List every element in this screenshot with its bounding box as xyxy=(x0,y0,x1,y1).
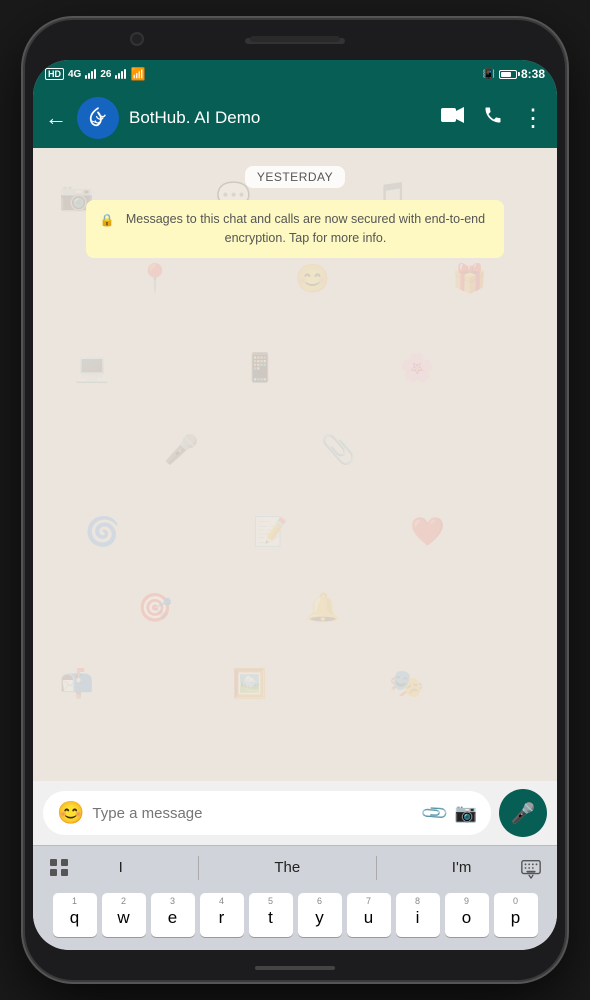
signal-strength-2 xyxy=(115,69,126,79)
attachment-icon[interactable]: 📎 xyxy=(420,798,451,829)
status-bar: HD 4G 26 📶 📳 xyxy=(33,60,557,88)
status-right: 📳 8:38 xyxy=(483,67,545,81)
grid-icon-button[interactable] xyxy=(41,850,77,886)
status-indicators: HD 4G 26 📶 xyxy=(45,67,145,81)
contact-name: BotHub. AI Demo xyxy=(129,108,431,128)
keyboard: 1q 2w 3e 4r 5t 6y 7u 8i 9o 0p xyxy=(33,889,557,950)
battery-icon xyxy=(499,70,517,79)
hide-keyboard-button[interactable] xyxy=(513,850,549,886)
time-display: 8:38 xyxy=(521,67,545,81)
key-o[interactable]: 9o xyxy=(445,893,489,937)
keyboard-suggestions: I The I'm xyxy=(33,845,557,889)
suggestions-list: I The I'm xyxy=(77,855,513,880)
wifi-icon: 📶 xyxy=(130,67,145,81)
signal-strength xyxy=(85,69,96,79)
contact-avatar[interactable] xyxy=(77,97,119,139)
keyboard-row-1: 1q 2w 3e 4r 5t 6y 7u 8i 9o 0p xyxy=(37,893,553,937)
phone-speaker xyxy=(250,36,340,42)
phone-camera xyxy=(130,32,144,46)
chat-header: ← BotHub. AI Demo xyxy=(33,88,557,148)
suggestion-i[interactable]: I xyxy=(111,855,131,880)
mic-button[interactable]: 🎤 xyxy=(499,789,547,837)
encryption-text: Messages to this chat and calls are now … xyxy=(121,210,490,248)
divider-1 xyxy=(198,856,199,880)
divider-2 xyxy=(376,856,377,880)
lock-icon: 🔒 xyxy=(100,211,115,229)
key-t[interactable]: 5t xyxy=(249,893,293,937)
emoji-button[interactable]: 😊 xyxy=(57,802,84,824)
suggestion-im[interactable]: I'm xyxy=(444,855,480,880)
chat-content: YESTERDAY 🔒 Messages to this chat and ca… xyxy=(33,148,557,781)
mic-icon: 🎤 xyxy=(511,801,536,826)
hd-indicator: HD xyxy=(45,68,64,80)
hide-keyboard-icon xyxy=(520,857,542,879)
message-input-container: 😊 📎 📷 xyxy=(43,791,491,835)
encryption-notice[interactable]: 🔒 Messages to this chat and calls are no… xyxy=(86,200,504,258)
date-separator: YESTERDAY xyxy=(245,166,345,188)
key-e[interactable]: 3e xyxy=(151,893,195,937)
key-y[interactable]: 6y xyxy=(298,893,342,937)
message-input[interactable] xyxy=(92,805,416,822)
network-26: 26 xyxy=(100,69,111,80)
more-options-icon[interactable]: ⋮ xyxy=(521,104,545,133)
contact-info[interactable]: BotHub. AI Demo xyxy=(129,108,431,128)
key-i[interactable]: 8i xyxy=(396,893,440,937)
phone-screen: HD 4G 26 📶 📳 xyxy=(33,60,557,950)
key-u[interactable]: 7u xyxy=(347,893,391,937)
grid-icon xyxy=(50,859,68,877)
key-w[interactable]: 2w xyxy=(102,893,146,937)
video-call-icon[interactable] xyxy=(441,106,465,130)
key-q[interactable]: 1q xyxy=(53,893,97,937)
camera-button[interactable]: 📷 xyxy=(455,803,477,824)
vibrate-icon: 📳 xyxy=(483,69,495,80)
phone-call-icon[interactable] xyxy=(483,105,503,131)
suggestion-the[interactable]: The xyxy=(266,855,308,880)
phone-frame: HD 4G 26 📶 📳 xyxy=(25,20,565,980)
chat-body: 📷 💬 🎵 📍 😊 🎁 💻 📱 🌸 🎤 📎 🌀 📝 ❤️ 🎯 🔔 📬 🖼️ � xyxy=(33,148,557,781)
key-r[interactable]: 4r xyxy=(200,893,244,937)
key-p[interactable]: 0p xyxy=(494,893,538,937)
bothub-logo xyxy=(84,104,112,132)
phone-home-indicator xyxy=(255,966,335,970)
message-input-area: 😊 📎 📷 🎤 xyxy=(33,781,557,845)
back-button[interactable]: ← xyxy=(45,107,67,129)
battery-fill xyxy=(501,72,511,77)
network-4g: 4G xyxy=(68,69,81,80)
header-actions: ⋮ xyxy=(441,104,545,133)
